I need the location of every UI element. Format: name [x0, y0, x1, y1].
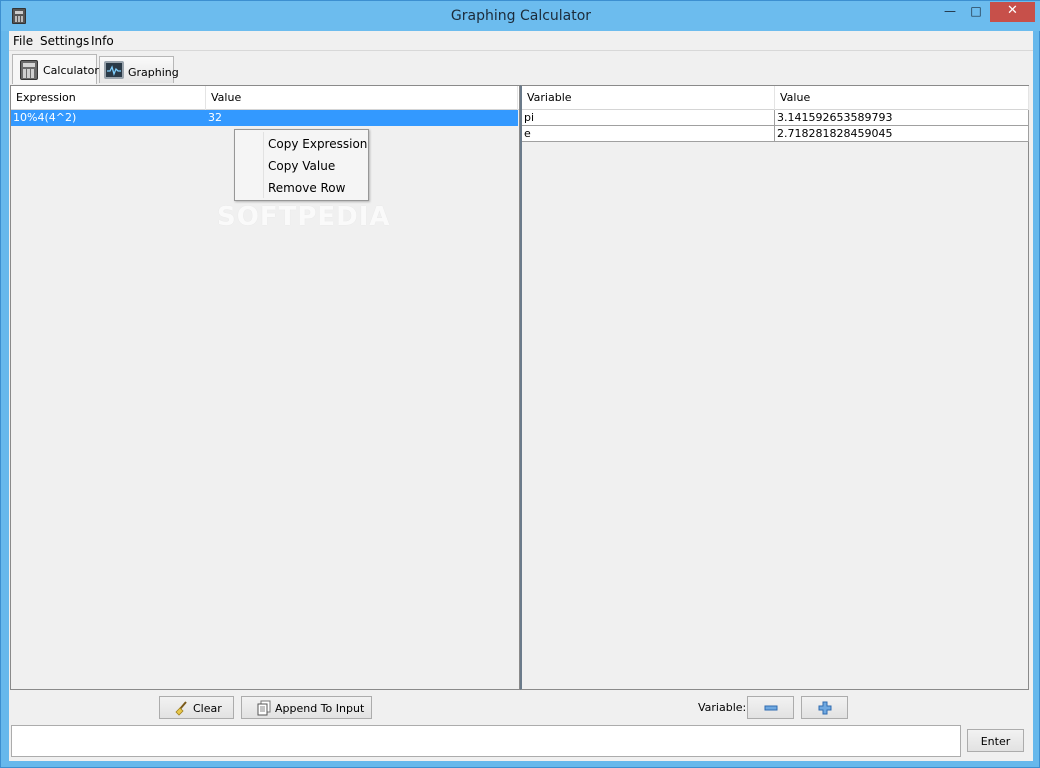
remove-variable-button[interactable] [747, 696, 794, 719]
variables-table-header: Variable Value [522, 86, 1029, 110]
value-cell: 32 [208, 111, 222, 124]
tab-graphing-label: Graphing [128, 66, 179, 79]
graph-icon [104, 61, 124, 79]
column-header-var-value[interactable]: Value [775, 86, 1029, 110]
titlebar: Graphing Calculator — □ ✕ [1, 1, 1040, 31]
plus-icon [818, 701, 831, 715]
history-table-header: Expression Value [11, 86, 519, 110]
clear-button[interactable]: Clear [159, 696, 234, 719]
enter-button[interactable]: Enter [967, 729, 1024, 752]
tab-bar: Calculator Graphing [9, 52, 1033, 84]
minimize-button[interactable]: — [937, 2, 963, 22]
maximize-button[interactable]: □ [963, 2, 989, 22]
broom-icon [175, 701, 187, 716]
menu-item-copy-expression[interactable]: Copy Expression [268, 137, 367, 151]
app-window: Graphing Calculator — □ ✕ File Settings … [0, 0, 1040, 768]
enter-button-label: Enter [980, 735, 1011, 748]
clear-button-label: Clear [193, 702, 222, 715]
column-header-variable[interactable]: Variable [522, 86, 775, 110]
add-variable-button[interactable] [801, 696, 848, 719]
expression-cell: 10%4(4^2) [13, 111, 77, 124]
menu-settings[interactable]: Settings [40, 34, 89, 48]
minus-icon [764, 705, 777, 711]
document-copy-icon [257, 700, 271, 716]
column-header-expression[interactable]: Expression [11, 86, 206, 110]
expression-input[interactable] [11, 725, 961, 757]
variable-label: Variable: [698, 701, 747, 714]
menu-item-copy-value[interactable]: Copy Value [268, 159, 335, 173]
column-header-value[interactable]: Value [206, 86, 518, 110]
variable-value-cell: 3.141592653589793 [775, 110, 1029, 126]
variable-value-cell: 2.718281828459045 [775, 126, 1029, 142]
context-menu: Copy Expression Copy Value Remove Row [234, 129, 369, 201]
menu-info[interactable]: Info [91, 34, 114, 48]
window-title: Graphing Calculator [450, 8, 592, 24]
variables-panel: Variable Value pi 3.141592653589793 e 2.… [520, 85, 1029, 690]
client-area: File Settings Info Calculator Graphing E [9, 31, 1033, 761]
tab-calculator[interactable]: Calculator [12, 54, 99, 84]
table-row[interactable]: 10%4(4^2) 32 [11, 110, 518, 126]
append-button-label: Append To Input [275, 702, 365, 715]
tab-calculator-label: Calculator [43, 64, 99, 77]
variable-name-cell: pi [522, 110, 775, 126]
table-row[interactable]: pi 3.141592653589793 [522, 110, 1029, 126]
watermark: SOFTPEDIA [217, 202, 391, 232]
table-row[interactable]: e 2.718281828459045 [522, 126, 1029, 142]
calculator-icon [20, 60, 38, 80]
menubar: File Settings Info [9, 31, 1033, 51]
context-menu-gutter [263, 132, 264, 198]
tab-graphing[interactable]: Graphing [99, 56, 179, 83]
close-button[interactable]: ✕ [990, 2, 1035, 22]
menu-file[interactable]: File [13, 34, 33, 48]
variable-name-cell: e [522, 126, 775, 142]
menu-item-remove-row[interactable]: Remove Row [268, 181, 345, 195]
append-to-input-button[interactable]: Append To Input [241, 696, 372, 719]
